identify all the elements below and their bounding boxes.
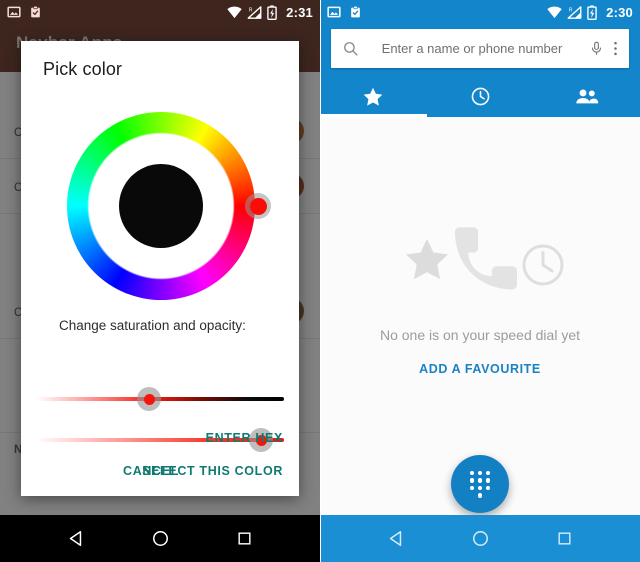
recents-icon[interactable] [236,530,253,547]
back-icon[interactable] [67,529,86,548]
svg-text:R: R [569,7,573,13]
left-phone-screen: Navbar Apps Color Color Color Navigation… [0,0,320,562]
battery-charging-icon [267,4,277,20]
saturation-slider-thumb[interactable] [137,387,161,411]
saturation-slider[interactable] [36,387,284,411]
favourites-content: No one is on your speed dial yet ADD A F… [320,117,640,515]
battery-charging-icon [587,4,597,20]
signal-roaming-icon: R [247,5,262,19]
status-bar-system-icons: R 2:30 [547,5,633,20]
dialer-tab-bar [320,76,640,117]
image-icon [7,6,21,18]
phone-handset-icon [455,227,517,290]
dialpad-fab[interactable] [451,455,509,513]
pick-color-dialog: Pick color Change saturation and opacity… [21,41,299,496]
microphone-icon[interactable] [589,40,604,57]
color-wheel-preview-swatch [119,164,203,248]
clock-icon [522,244,564,286]
right-status-bar: R 2:30 [320,0,640,24]
screenshot-divider [320,0,321,562]
back-icon[interactable] [387,529,406,548]
search-icon [344,42,358,56]
empty-state-artwork [320,227,640,317]
right-phone-screen: R 2:30 Enter a name or phone number No o… [320,0,640,562]
image-icon [327,6,341,18]
wifi-icon [547,6,562,18]
status-bar-notification-icons [327,5,362,19]
tab-favourites[interactable] [320,76,427,117]
color-wheel[interactable] [67,112,271,300]
dialer-search-bar[interactable]: Enter a name or phone number [331,29,629,68]
left-status-bar: R 2:31 [0,0,320,24]
status-bar-system-icons: R 2:31 [227,5,313,20]
status-bar-clock: 2:30 [606,4,633,20]
home-icon[interactable] [471,529,490,548]
recents-icon[interactable] [556,530,573,547]
left-navigation-bar [0,515,320,562]
enter-hex-button[interactable]: ENTER HEX [206,431,283,445]
dialog-title: Pick color [43,59,123,79]
status-bar-notification-icons [7,5,42,19]
empty-state-message: No one is on your speed dial yet [379,327,580,343]
add-a-favourite-button[interactable]: ADD A FAVOURITE [320,362,640,376]
clipboard-check-icon [31,5,40,18]
home-icon[interactable] [151,529,170,548]
screenshot-stage: Navbar Apps Color Color Color Navigation… [0,0,640,562]
dialpad-icon [469,470,491,498]
wifi-icon [227,6,242,18]
overflow-menu-icon[interactable] [613,40,618,57]
status-bar-clock: 2:31 [286,4,313,20]
clipboard-check-icon [351,5,360,18]
svg-text:R: R [249,7,253,13]
signal-roaming-icon: R [567,5,582,19]
saturation-opacity-label: Change saturation and opacity: [59,318,246,333]
select-this-color-button[interactable]: SELECT THIS COLOR [142,464,283,478]
right-navigation-bar [320,515,640,562]
star-icon [363,87,383,106]
people-icon [575,89,598,104]
color-wheel-handle[interactable] [245,193,271,219]
clock-icon [471,87,489,106]
star-icon [406,239,448,280]
tab-recents[interactable] [427,76,534,117]
tab-contacts[interactable] [533,76,640,117]
search-input-placeholder[interactable]: Enter a name or phone number [359,41,589,56]
